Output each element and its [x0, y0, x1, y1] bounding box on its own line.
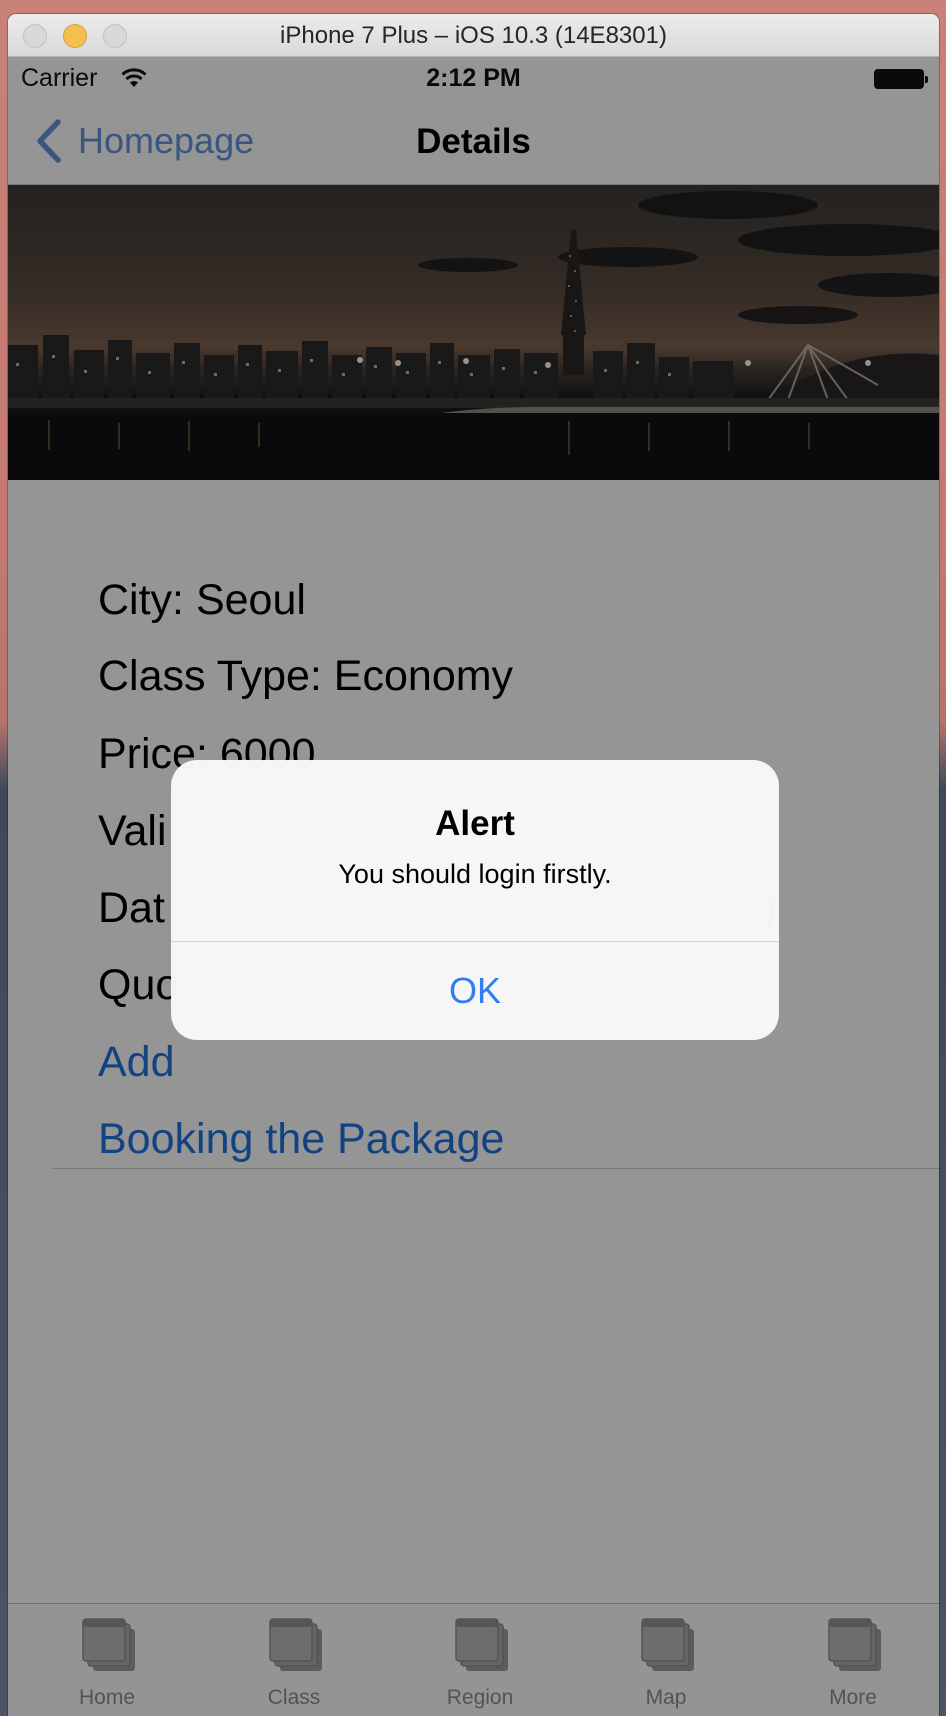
login-alert-dialog: Alert You should login firstly. OK — [171, 760, 779, 1040]
alert-message: You should login firstly. — [338, 859, 612, 889]
alert-ok-button[interactable]: OK — [171, 942, 779, 1040]
alert-title: Alert — [435, 804, 515, 843]
simulator-window: iPhone 7 Plus – iOS 10.3 (14E8301) Carri… — [8, 14, 939, 1716]
device-screen: Carrier 2:12 PM Homepage Details City: S… — [8, 57, 939, 1716]
simulator-titlebar: iPhone 7 Plus – iOS 10.3 (14E8301) — [8, 14, 939, 57]
window-title: iPhone 7 Plus – iOS 10.3 (14E8301) — [280, 22, 667, 49]
